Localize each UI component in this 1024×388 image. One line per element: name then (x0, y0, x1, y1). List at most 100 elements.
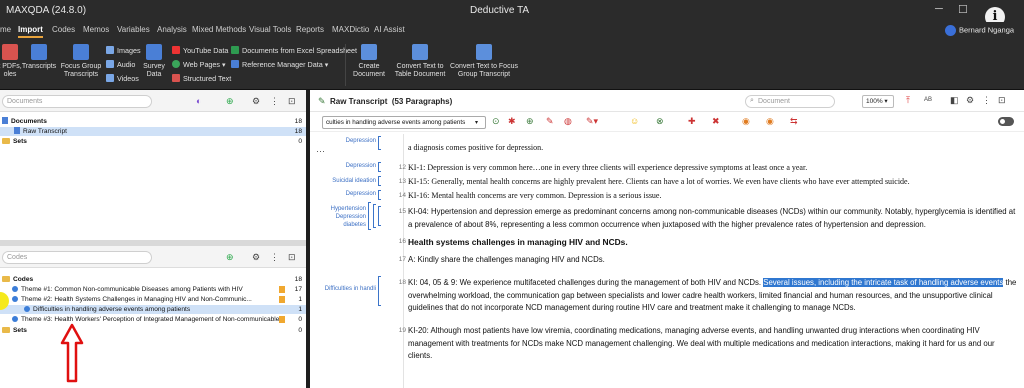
color-code-icon[interactable]: ✎▾ (586, 117, 598, 126)
import-refmgr-button[interactable]: Reference Manager Data ▾ (231, 60, 328, 69)
tree-row-documents[interactable]: Documents 18 (0, 117, 306, 126)
maximize-icon[interactable]: ☐ (958, 3, 968, 16)
comment-icon[interactable]: ◉ (766, 117, 774, 126)
more-icon[interactable]: ⋮ (270, 97, 279, 106)
convert-table-button[interactable]: Convert Text to Table Document (394, 44, 446, 79)
add-document-icon[interactable]: ⊕ (226, 97, 234, 106)
import-audio-button[interactable]: Audio (106, 60, 135, 69)
paragraph-text[interactable]: KI-16: Mental health concerns are very c… (408, 190, 1020, 202)
tree-row-code-sets[interactable]: Sets 0 (0, 326, 306, 335)
tab-memos[interactable]: Memos (83, 25, 109, 34)
tree-row-theme-3[interactable]: Theme #3: Health Workers' Perception of … (0, 315, 306, 324)
memo-icon[interactable] (279, 316, 285, 323)
chevron-down-icon[interactable]: ▾ (475, 119, 478, 128)
more-icon[interactable]: ⋯ (316, 146, 325, 157)
section-heading[interactable]: Health systems challenges in managing HI… (408, 236, 1020, 248)
paragraph-code-icon[interactable]: ✚ (688, 117, 696, 126)
undo-code-icon[interactable]: ✖ (712, 117, 720, 126)
code-tag[interactable]: diabetes (312, 222, 366, 228)
code-stripe[interactable] (368, 202, 371, 230)
import-structured-text-button[interactable]: Structured Text (172, 74, 231, 83)
edit-mode-toggle[interactable] (998, 117, 1014, 126)
user-account[interactable]: Bernard Nganga (945, 25, 1014, 36)
tree-row-theme-2[interactable]: Theme #2: Health Systems Challenges in M… (0, 295, 306, 304)
more-icon[interactable]: ⋮ (982, 96, 991, 105)
tree-row-difficulties-adverse-events[interactable]: Difficulties in handling adverse events … (0, 305, 306, 314)
code-with-new-code-icon[interactable]: ⊕ (526, 117, 534, 126)
more-icon[interactable]: ⋮ (270, 253, 279, 262)
paragraph-text[interactable]: a diagnosis comes positive for depressio… (408, 142, 1020, 154)
tab-visual-tools[interactable]: Visual Tools (249, 25, 291, 34)
gear-icon[interactable]: ⚙ (966, 96, 974, 105)
paragraph-text[interactable]: KI: 04, 05 & 9: We experience multifacet… (408, 277, 1020, 315)
spellcheck-icon[interactable]: AB (924, 96, 932, 105)
maximize-pane-icon[interactable]: ⊡ (288, 97, 296, 106)
import-excel-button[interactable]: Documents from Excel Spreadsheet (231, 46, 357, 55)
code-tag[interactable]: Depression (312, 138, 376, 144)
code-tag[interactable]: Difficulties in handli (310, 286, 376, 292)
tree-row-sets[interactable]: Sets 0 (0, 137, 306, 146)
tab-home[interactable]: me (0, 25, 11, 34)
tab-analysis[interactable]: Analysis (157, 25, 187, 34)
code-in-vivo-icon[interactable]: ✱ (508, 117, 516, 126)
tab-codes[interactable]: Codes (52, 25, 75, 34)
code-select[interactable]: culties in handling adverse events among… (322, 116, 486, 129)
import-transcripts-button[interactable]: Transcripts (20, 44, 58, 71)
gear-icon[interactable]: ⚙ (252, 97, 260, 106)
paragraph-text[interactable]: A: Kindly share the challenges managing … (408, 254, 1020, 267)
create-document-button[interactable]: Create Document (350, 44, 388, 79)
emoticode-icon[interactable]: ◍ (564, 117, 572, 126)
code-stripe[interactable] (378, 276, 381, 306)
code-stripe[interactable] (378, 162, 381, 172)
documents-search-input[interactable]: Documents (2, 95, 152, 108)
import-videos-button[interactable]: Videos (106, 74, 139, 83)
tab-variables[interactable]: Variables (117, 25, 150, 34)
code-stripe[interactable] (378, 206, 381, 226)
code-stripe[interactable] (378, 176, 381, 186)
paragraph-text[interactable]: KI-1: Depression is very common here…one… (408, 162, 1020, 174)
tab-ai-assist[interactable]: AI Assist (374, 25, 405, 34)
convert-focus-group-button[interactable]: Convert Text to Focus Group Transcript (450, 44, 518, 79)
compare-icon[interactable]: ⇆ (790, 117, 798, 126)
minimize-icon[interactable]: ─ (935, 3, 943, 15)
import-survey-button[interactable]: Survey Data (140, 44, 168, 79)
codes-search-input[interactable]: Codes (2, 251, 152, 264)
tab-maxdictio[interactable]: MAXDictio (332, 25, 369, 34)
memo-comment-icon[interactable]: ◉ (742, 117, 750, 126)
selected-text[interactable]: Several issues, including the intricate … (763, 278, 1004, 287)
edit-icon[interactable]: ✎ (318, 96, 326, 107)
emoji-icon[interactable]: ☺ (630, 117, 639, 126)
tree-row-theme-1[interactable]: Theme #1: Common Non-communicable Diseas… (0, 285, 306, 294)
link-icon[interactable]: ⊗ (656, 117, 664, 126)
paragraph-text[interactable]: KI-04: Hypertension and depression emerg… (408, 206, 1020, 231)
memo-icon[interactable] (279, 296, 285, 303)
layout-icon[interactable]: ◧ (950, 96, 959, 105)
activate-icon[interactable]: ◐ (196, 97, 201, 106)
code-icon[interactable]: ⊙ (492, 117, 500, 126)
maximize-pane-icon[interactable]: ⊡ (288, 253, 296, 262)
export-icon[interactable]: ⤒ (906, 96, 910, 105)
maximize-pane-icon[interactable]: ⊡ (998, 96, 1006, 105)
code-stripe[interactable] (373, 204, 376, 228)
highlight-red-icon[interactable]: ✎ (546, 117, 554, 126)
code-stripe[interactable] (378, 190, 381, 200)
code-tag[interactable]: Depression (312, 214, 366, 220)
tab-mixed-methods[interactable]: Mixed Methods (192, 25, 246, 34)
import-webpages-button[interactable]: Web Pages ▾ (172, 60, 226, 69)
code-tag[interactable]: Depression (312, 163, 376, 169)
code-stripe[interactable] (378, 136, 381, 150)
paragraph-text[interactable]: KI-20: Although most patients have low v… (408, 325, 1020, 363)
add-code-icon[interactable]: ⊕ (226, 253, 234, 262)
gear-icon[interactable]: ⚙ (252, 253, 260, 262)
import-youtube-button[interactable]: YouTube Data (172, 46, 228, 55)
tab-reports[interactable]: Reports (296, 25, 324, 34)
import-images-button[interactable]: Images (106, 46, 141, 55)
tree-row-codes[interactable]: Codes 18 (0, 275, 306, 284)
document-search-input[interactable]: Document (745, 95, 835, 108)
code-tag[interactable]: Depression (312, 191, 376, 197)
tree-row-raw-transcript[interactable]: Raw Transcript 18 (0, 127, 306, 136)
tab-import[interactable]: Import (18, 25, 43, 38)
import-focus-group-button[interactable]: Focus Group Transcripts (58, 44, 104, 79)
code-tag[interactable]: Suicidal ideation (312, 178, 376, 184)
code-tag[interactable]: Hypertension (312, 206, 366, 212)
